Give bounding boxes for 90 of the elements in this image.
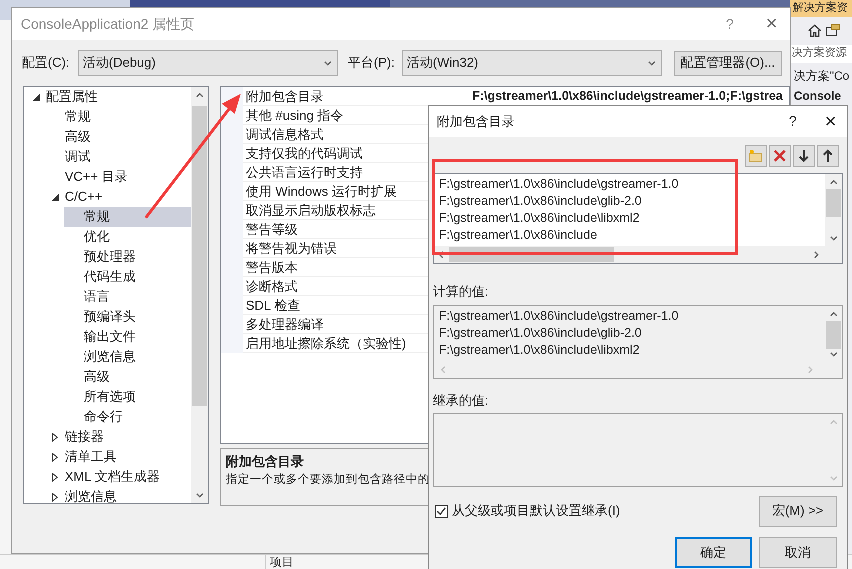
tree-item[interactable]: 浏览信息 [45, 487, 191, 503]
property-name[interactable]: 取消显示启动版权标志 [243, 201, 376, 219]
tree-item[interactable]: 高级 [64, 367, 191, 387]
arrow-up-icon [823, 149, 833, 163]
collapsed-triangle-icon [52, 432, 58, 442]
folder-icon [748, 149, 764, 163]
tree-item[interactable]: XML 文档生成器 [45, 467, 191, 487]
scroll-thumb[interactable] [826, 189, 841, 217]
tree-item[interactable]: 代码生成 [64, 267, 191, 287]
delete-button[interactable] [769, 145, 791, 167]
path-entry: F:\gstreamer\1.0\x86\include [439, 227, 598, 244]
tree-item[interactable]: 决方案"Co [790, 67, 852, 85]
property-name[interactable]: 支持仅我的代码调试 [243, 144, 363, 162]
config-manager-button[interactable]: 配置管理器(O)... [674, 50, 782, 76]
new-folder-button[interactable] [745, 145, 767, 167]
tree-item[interactable]: C/C++ [45, 187, 191, 207]
property-name[interactable]: 其他 #using 指令 [243, 106, 344, 124]
search-field[interactable]: 决方案资源 [790, 45, 852, 63]
tree-item[interactable]: 调试 [45, 147, 191, 167]
home-icon[interactable] [808, 24, 822, 38]
scroll-thumb[interactable] [826, 320, 841, 348]
tree-item[interactable]: Console [790, 87, 852, 105]
sync-icon[interactable] [826, 24, 842, 38]
tree-item[interactable]: 链接器 [45, 427, 191, 447]
property-name[interactable]: 诊断格式 [243, 277, 298, 295]
tree-item[interactable]: 常规 [64, 207, 191, 227]
macros-button[interactable]: 宏(M) >> [759, 496, 837, 526]
close-button[interactable]: × [821, 112, 841, 132]
delete-icon [773, 149, 787, 163]
entries-list[interactable]: F:\gstreamer\1.0\x86\include\gstreamer-1.0 F:\gstreamer\1.0\x86\include\glib-2.0 F:\gstreamer\1.0\x86\include\libxml2 F:\gstreamer\1.0\x86\include [433, 173, 843, 264]
check-icon [436, 506, 447, 516]
inherit-label[interactable]: 从父级或项目默认设置继承(I) [452, 501, 620, 521]
help-button[interactable]: ? [783, 111, 803, 132]
tree-item[interactable]: 语言 [64, 287, 191, 307]
computed-label: 计算的值: [433, 283, 490, 301]
move-up-button[interactable] [817, 145, 839, 167]
config-dropdown[interactable]: 活动(Debug) [78, 50, 338, 76]
tree-item[interactable]: VC++ 目录 [45, 167, 191, 187]
property-name[interactable]: 调试信息格式 [243, 125, 324, 143]
tree-item[interactable]: 清单工具 [45, 447, 191, 467]
description-title: 附加包含目录 [226, 453, 305, 471]
property-name[interactable]: 警告版本 [243, 258, 298, 276]
tree-item[interactable]: 优化 [64, 227, 191, 247]
cancel-button[interactable]: 取消 [759, 537, 837, 568]
tree-item[interactable]: 输出文件 [64, 327, 191, 347]
path-entry: F:\gstreamer\1.0\x86\include\glib-2.0 [439, 324, 643, 342]
dialog-title: 附加包含目录 [437, 112, 515, 131]
dialog-title: ConsoleApplication2 属性页 [21, 14, 195, 34]
property-name[interactable]: 启用地址擦除系统（实验性) [243, 334, 406, 352]
expanded-triangle-icon [32, 94, 40, 100]
tree-item[interactable]: 命令行 [64, 407, 191, 427]
tree-item[interactable]: 预处理器 [64, 247, 191, 267]
path-entry: F:\gstreamer\1.0\x86\include\gstreamer-1.0 [439, 308, 680, 324]
property-name[interactable]: 将警告视为错误 [243, 239, 337, 257]
platform-label: 平台(P): [348, 54, 396, 72]
path-entry: F:\gstreamer\1.0\x86\include\libxml2 [439, 210, 641, 227]
move-down-button[interactable] [793, 145, 815, 167]
property-name[interactable]: 公共语言运行时支持 [243, 163, 363, 181]
path-entry: F:\gstreamer\1.0\x86\include\gstreamer-1.0 [439, 176, 680, 193]
vertical-scrollbar[interactable] [825, 174, 842, 246]
property-name[interactable]: 附加包含目录 [243, 87, 324, 105]
ok-button[interactable]: 确定 [675, 537, 752, 568]
property-name[interactable]: 多处理器编译 [243, 315, 324, 333]
property-name[interactable]: 警告等级 [243, 220, 298, 238]
tree-item[interactable]: 所有选项 [64, 387, 191, 407]
property-name[interactable]: 使用 Windows 运行时扩展 [243, 182, 397, 200]
column-header: 项目 [265, 555, 294, 569]
tree-item[interactable]: 常规 [45, 107, 191, 127]
property-name[interactable]: SDL 检查 [243, 296, 300, 314]
path-entry: F:\gstreamer\1.0\x86\include\glib-2.0 [439, 193, 643, 210]
config-label: 配置(C): [22, 54, 71, 72]
tree-item[interactable]: 浏览信息 [64, 347, 191, 367]
collapsed-triangle-icon [52, 452, 58, 462]
scroll-thumb[interactable] [192, 106, 207, 406]
help-button[interactable]: ? [720, 14, 740, 34]
tree-item[interactable]: 配置属性 [26, 87, 191, 107]
arrow-down-icon [799, 149, 809, 163]
inherited-label: 继承的值: [433, 392, 490, 410]
close-button[interactable]: × [762, 14, 782, 34]
tree-item[interactable]: 预编译头 [64, 307, 191, 327]
platform-dropdown[interactable]: 活动(Win32) [402, 50, 662, 76]
expanded-triangle-icon [52, 194, 58, 200]
property-value[interactable]: F:\gstreamer\1.0\x86\include\gstreamer-1.0;F:\gstrea [472, 87, 783, 105]
vertical-scrollbar[interactable] [191, 87, 208, 503]
collapsed-triangle-icon [52, 492, 58, 502]
inherit-checkbox[interactable] [435, 504, 448, 518]
tree-item[interactable]: 高级 [45, 127, 191, 147]
panel-title: 解决方案资 [790, 0, 852, 17]
path-entry: F:\gstreamer\1.0\x86\include\libxml2 [439, 342, 641, 358]
collapsed-triangle-icon [52, 472, 58, 482]
